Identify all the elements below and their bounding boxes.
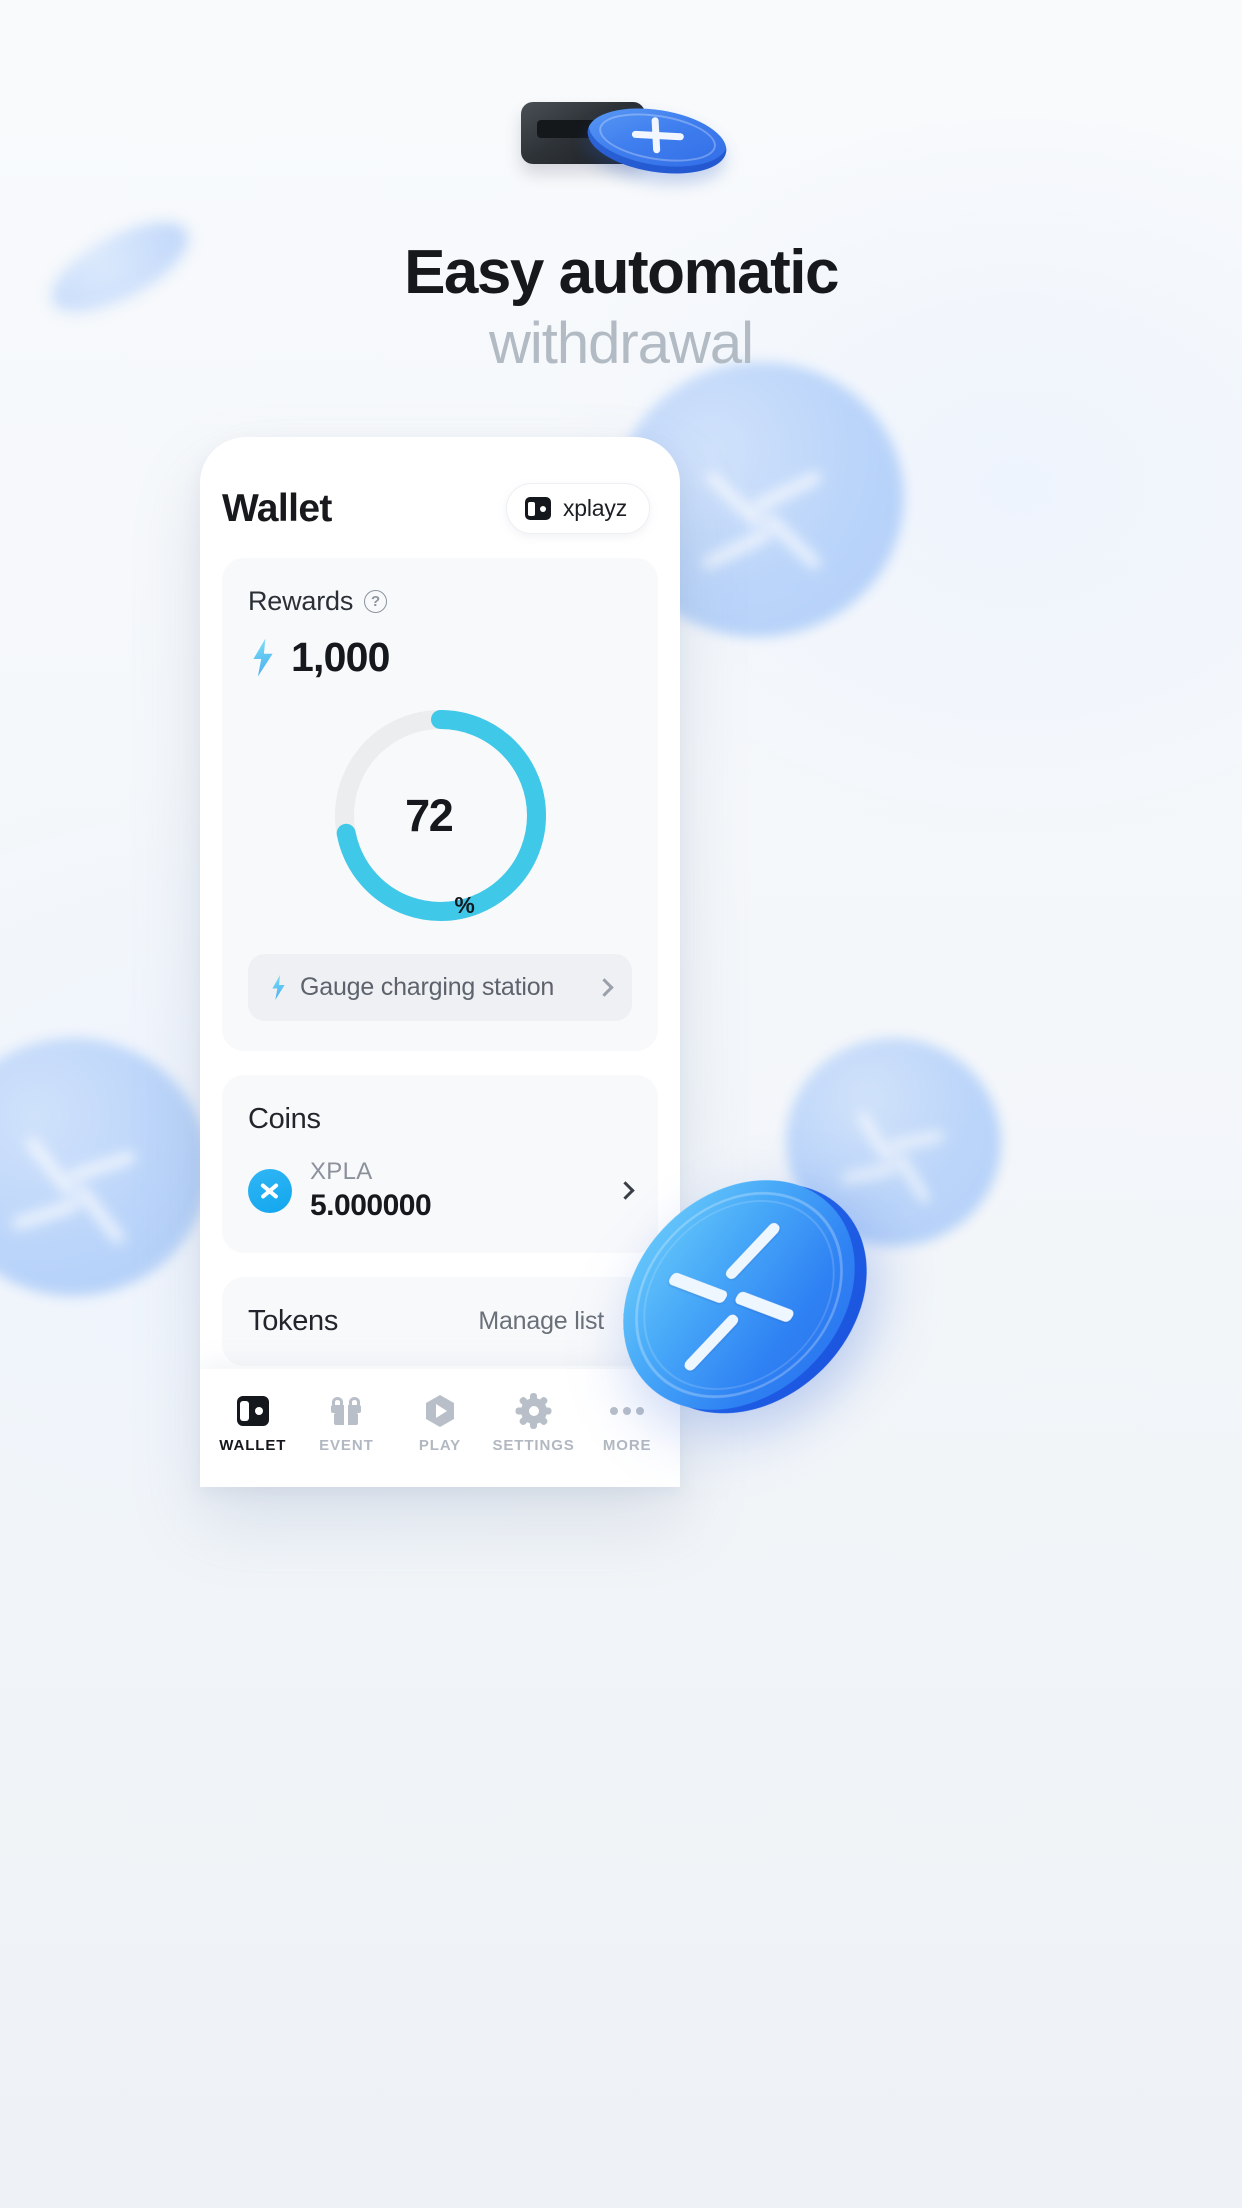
tab-wallet[interactable]: WALLET bbox=[206, 1394, 300, 1454]
hero-title: Easy automatic bbox=[404, 238, 839, 307]
tab-settings[interactable]: SETTINGS bbox=[487, 1393, 581, 1454]
hero-section: Easy automatic withdrawal bbox=[0, 96, 1242, 378]
screen-header: Wallet xplayz bbox=[200, 437, 680, 534]
rewards-amount-row: 1,000 bbox=[248, 634, 632, 681]
rewards-header: Rewards ? bbox=[248, 586, 632, 617]
phone-screen: Wallet xplayz Rewards ? 1,000 72 % Gauge… bbox=[200, 437, 680, 1487]
page-title: Wallet bbox=[222, 486, 332, 530]
rewards-card: Rewards ? 1,000 72 % Gauge charging stat… bbox=[222, 558, 658, 1051]
lightning-bolt-icon bbox=[253, 638, 273, 677]
ellipsis-icon bbox=[610, 1394, 645, 1428]
gauge-charging-station-row[interactable]: Gauge charging station bbox=[248, 954, 632, 1021]
question-mark-icon[interactable]: ? bbox=[364, 590, 388, 613]
wallet-account-label: xplayz bbox=[563, 495, 627, 521]
coins-title: Coins bbox=[248, 1103, 321, 1135]
hero-subtitle: withdrawal bbox=[489, 310, 754, 376]
xpla-coin-icon bbox=[248, 1168, 292, 1213]
tab-play[interactable]: PLAY bbox=[393, 1394, 487, 1454]
wallet-icon bbox=[525, 497, 551, 520]
rewards-gauge: 72 % bbox=[328, 703, 553, 928]
tokens-title: Tokens bbox=[248, 1305, 339, 1337]
atm-coin-dispense-icon bbox=[521, 96, 731, 206]
gauge-charging-station-label: Gauge charging station bbox=[300, 973, 555, 1001]
coins-card: Coins XPLA 5.000000 bbox=[222, 1075, 658, 1253]
gift-icon bbox=[329, 1394, 363, 1428]
tab-label: PLAY bbox=[418, 1437, 462, 1454]
tab-label: EVENT bbox=[319, 1437, 374, 1454]
wallet-icon bbox=[236, 1394, 270, 1428]
tab-label: MORE bbox=[602, 1437, 652, 1454]
decorative-coin bbox=[0, 1038, 208, 1296]
tab-label: WALLET bbox=[219, 1437, 287, 1454]
rewards-amount: 1,000 bbox=[291, 634, 390, 680]
gear-icon bbox=[515, 1393, 552, 1429]
bottom-navigation: WALLET EVENT PLAY SETTINGS MORE bbox=[200, 1369, 680, 1487]
chevron-right-icon bbox=[616, 1181, 635, 1200]
coin-symbol: XPLA bbox=[310, 1158, 373, 1185]
wallet-account-chip[interactable]: xplayz bbox=[506, 483, 650, 534]
gauge-container: 72 % bbox=[248, 703, 632, 928]
chevron-right-icon bbox=[595, 978, 614, 997]
tab-label: SETTINGS bbox=[492, 1437, 575, 1454]
lightning-bolt-icon bbox=[272, 975, 285, 1000]
list-item[interactable]: XPLA 5.000000 bbox=[248, 1158, 635, 1223]
gauge-value: 72 bbox=[405, 789, 454, 841]
gauge-unit: % bbox=[454, 892, 475, 918]
tab-event[interactable]: EVENT bbox=[300, 1394, 394, 1454]
rewards-title: Rewards bbox=[248, 586, 354, 616]
coin-balance: 5.000000 bbox=[310, 1189, 432, 1222]
play-hexagon-icon bbox=[423, 1394, 457, 1428]
manage-list-label: Manage list bbox=[478, 1307, 604, 1335]
